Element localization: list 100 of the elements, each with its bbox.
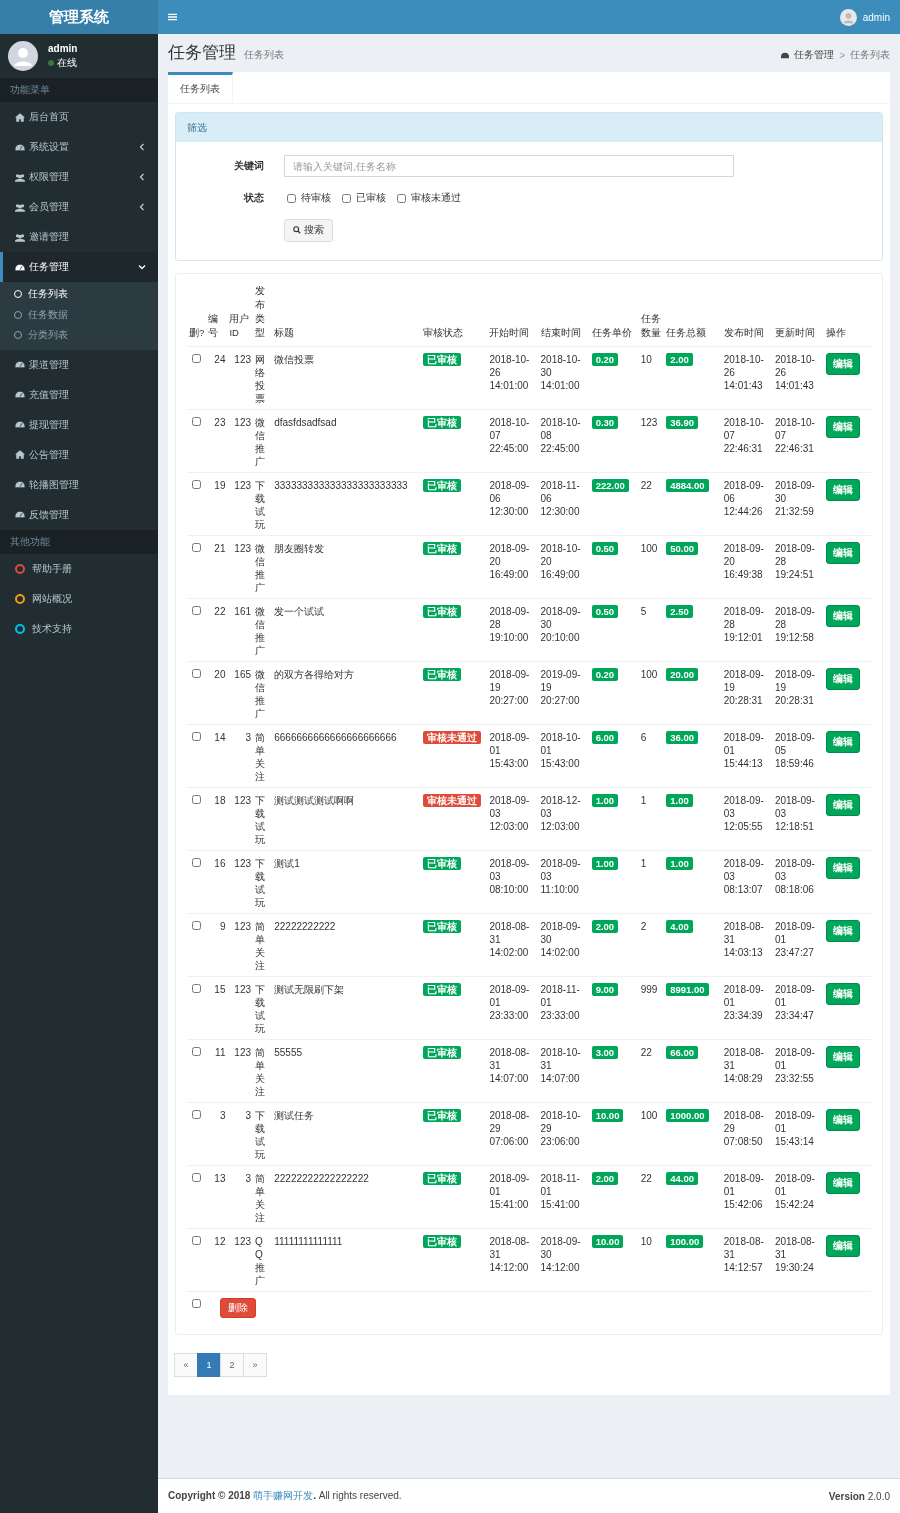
sidebar-item[interactable]: 技术支持 (0, 613, 158, 644)
dashboard-icon (15, 142, 25, 152)
status-badge: 已审核 (423, 983, 462, 996)
edit-button[interactable]: 编辑 (826, 794, 860, 816)
filter-title: 筛选 (176, 113, 882, 142)
edit-button[interactable]: 编辑 (826, 857, 860, 879)
status-checkbox[interactable] (342, 193, 351, 203)
keyword-field[interactable]: 请输入关键词,任务名称 (284, 155, 734, 177)
table-cell-text: 2018-08-29 07:06:00 (489, 1109, 531, 1148)
submenu-item[interactable]: 任务列表 (0, 284, 158, 305)
row-checkbox[interactable] (192, 1236, 201, 1245)
row-checkbox[interactable] (192, 1173, 201, 1182)
submenu-item[interactable]: 任务数据 (0, 304, 158, 325)
edit-button[interactable]: 编辑 (826, 353, 860, 375)
table-cell: 3 (245, 1110, 252, 1121)
dashboard-icon (15, 480, 25, 489)
user-name[interactable]: admin (862, 11, 890, 23)
edit-button[interactable]: 编辑 (826, 1109, 860, 1131)
sidebar-item[interactable]: 帮助手册 (0, 553, 158, 584)
sidebar-item[interactable]: 后台首页 (0, 102, 158, 132)
table-cell-text: 2018-09-30 14:02:00 (540, 920, 582, 959)
row-checkbox[interactable] (192, 354, 201, 363)
sidebar-item[interactable]: 轮播图管理 (0, 469, 158, 500)
select-all-checkbox[interactable] (192, 1299, 201, 1308)
sidebar-item[interactable]: 系统设置 (0, 132, 158, 162)
menu-icon[interactable] (168, 13, 177, 21)
row-checkbox[interactable] (192, 417, 201, 426)
table-cell: 999 (640, 984, 658, 995)
edit-button[interactable]: 编辑 (826, 920, 860, 942)
edit-button[interactable]: 编辑 (826, 983, 860, 1005)
tab[interactable]: 任务列表 (168, 72, 233, 103)
search-button[interactable]: 搜索 (284, 218, 333, 242)
delete-button[interactable]: 删除 (220, 1298, 257, 1318)
table-cell: 22222222222 (274, 921, 336, 932)
edit-button[interactable]: 编辑 (826, 668, 860, 690)
sidebar-item[interactable]: 会员管理 (0, 192, 158, 222)
row-checkbox[interactable] (192, 1047, 201, 1056)
edit-button[interactable]: 编辑 (826, 479, 860, 501)
price-badge: 1.00 (591, 794, 619, 807)
row-checkbox[interactable] (192, 606, 201, 615)
total-badge: 1000.00 (666, 1109, 709, 1122)
row-checkbox[interactable] (192, 984, 201, 993)
table-cell: 测试1 (274, 858, 300, 869)
page-button[interactable]: 1 (197, 1353, 221, 1377)
edit-button[interactable]: 编辑 (826, 605, 860, 627)
row-checkbox[interactable] (192, 1110, 201, 1119)
row-checkbox[interactable] (192, 921, 201, 930)
edit-button[interactable]: 编辑 (826, 1235, 860, 1257)
table-cell-text: 2018-08-31 14:02:00 (489, 920, 531, 959)
submenu-item[interactable]: 分类列表 (0, 325, 158, 346)
edit-button[interactable]: 编辑 (826, 542, 860, 564)
table-cell: 11111111111111 (274, 1236, 343, 1247)
status-badge: 已审核 (423, 1172, 462, 1185)
edit-button[interactable]: 编辑 (826, 1046, 860, 1068)
table-cell-text: 2018-08-31 14:08:29 (723, 1046, 765, 1085)
status-badge: 已审核 (423, 920, 462, 933)
sidebar-item[interactable]: 反馈管理 (0, 499, 158, 530)
sidebar-item[interactable]: 任务管理 (0, 252, 158, 282)
next-page-button[interactable]: » (243, 1353, 267, 1377)
row-checkbox[interactable] (192, 795, 201, 804)
table-cell-text: 2018-09-01 15:43:14 (774, 1109, 816, 1148)
table-cell: 123 (234, 1047, 252, 1058)
edit-button[interactable]: 编辑 (826, 1172, 860, 1194)
table-cell: 发一个试试 (274, 606, 325, 617)
status-badge: 已审核 (423, 605, 462, 618)
sidebar-item[interactable]: 邀请管理 (0, 222, 158, 252)
breadcrumb-link[interactable]: 任务列表 (850, 48, 890, 62)
table-cell: 123 (234, 795, 252, 806)
avatar-icon[interactable] (839, 8, 857, 26)
status-checkbox[interactable] (397, 193, 406, 203)
developer-link[interactable]: 萌手赚网开发 (253, 1490, 314, 1501)
page-button[interactable]: 2 (220, 1353, 244, 1377)
sidebar-item[interactable]: 网站概况 (0, 583, 158, 614)
edit-button[interactable]: 编辑 (826, 416, 860, 438)
row-checkbox[interactable] (192, 669, 201, 678)
edit-button[interactable]: 编辑 (826, 731, 860, 753)
checkbox-label: 已审核 (356, 191, 386, 205)
sidebar-item[interactable]: 公告管理 (0, 439, 158, 470)
sidebar-item[interactable]: 渠道管理 (0, 349, 158, 380)
row-checkbox[interactable] (192, 480, 201, 489)
table-cell: 微信投票 (274, 354, 315, 365)
status-badge: 审核未通过 (423, 731, 482, 744)
status-checkbox[interactable] (287, 193, 296, 203)
version-text: Version 2.0.0 (828, 1490, 890, 1502)
table-cell-text: 2018-08-31 14:12:00 (489, 1235, 531, 1274)
users-icon (15, 202, 25, 212)
sidebar-item[interactable]: 权限管理 (0, 162, 158, 192)
avatar-icon (8, 41, 38, 71)
row-checkbox[interactable] (192, 858, 201, 867)
row-checkbox[interactable] (192, 732, 201, 741)
table-cell-text: 2018-09-01 15:42:24 (774, 1172, 816, 1211)
row-checkbox[interactable] (192, 543, 201, 552)
previous-page-button[interactable]: « (174, 1353, 198, 1377)
table-cell: 简单关注 (255, 1046, 267, 1098)
table-cell: QQ推广 (255, 1235, 267, 1287)
breadcrumb-link[interactable]: 任务管理 (794, 48, 835, 62)
price-badge: 2.00 (591, 1172, 619, 1185)
sidebar-item[interactable]: 充值管理 (0, 379, 158, 410)
price-badge: 0.20 (591, 668, 619, 681)
sidebar-item[interactable]: 提现管理 (0, 409, 158, 440)
